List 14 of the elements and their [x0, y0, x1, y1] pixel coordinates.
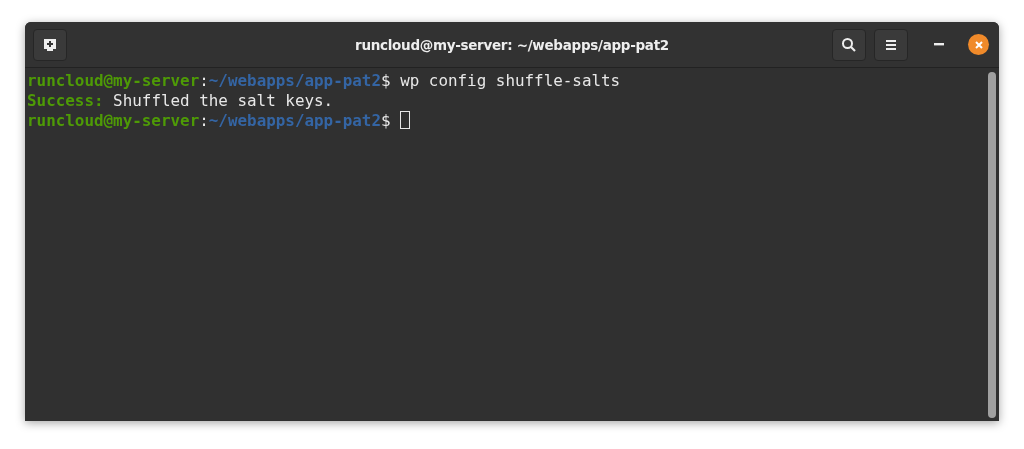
- search-icon: [841, 36, 857, 53]
- scrollbar[interactable]: [988, 72, 996, 418]
- new-tab-icon: [42, 37, 58, 52]
- close-button[interactable]: [968, 34, 989, 55]
- close-icon: [973, 39, 984, 50]
- minimize-icon: [934, 43, 944, 46]
- window-title: runcloud@my-server: ~/webapps/app-pat2: [355, 36, 669, 53]
- terminal-line: Success: Shuffled the salt keys.: [27, 90, 334, 110]
- terminal-line: runcloud@my-server:~/webapps/app-pat2$: [27, 110, 392, 130]
- terminal-line: runcloud@my-server:~/webapps/app-pat2$ wp config shuffle-salts: [27, 70, 621, 90]
- menu-button[interactable]: [874, 28, 908, 61]
- new-tab-button[interactable]: [33, 28, 67, 61]
- menu-icon: [885, 38, 897, 51]
- search-button[interactable]: [832, 28, 866, 61]
